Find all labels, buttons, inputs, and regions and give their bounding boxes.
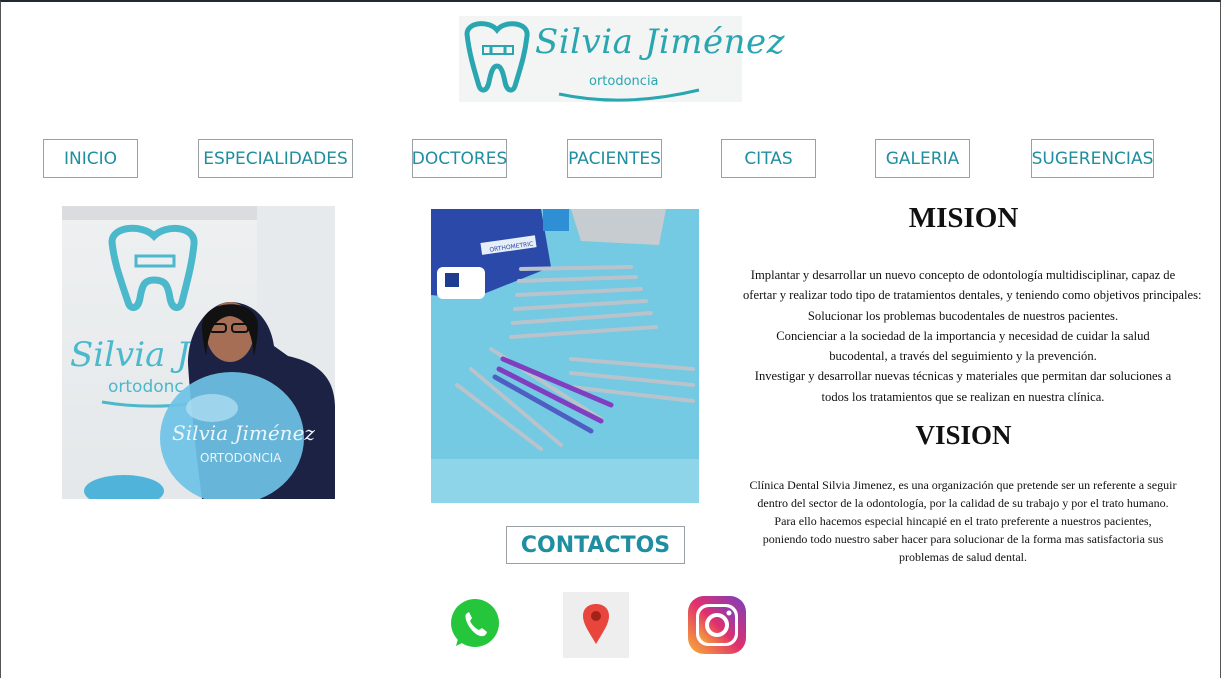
mision-line: ofertar y realizar todo tipo de tratamie… [743,288,1202,303]
instagram-icon[interactable] [684,592,750,658]
vision-line: dentro del sector de la odontología, por… [757,496,1169,510]
nav-doctores-button[interactable]: DOCTORES [412,139,507,178]
nav-especialidades-button[interactable]: ESPECIALIDADES [198,139,353,178]
doctor-photo: Silvia Jim ortodonc Silvia Jiménez ORTOD… [62,206,335,499]
mision-line: todos los tratamientos que se realizan e… [821,389,1105,404]
vision-line: Para ello hacemos especial hincapié en e… [774,514,1152,528]
vision-heading: VISION [915,420,1012,450]
mision-line: bucodental, a través del seguimiento y l… [829,349,1097,364]
mision-line: Implantar y desarrollar un nuevo concept… [750,268,1176,282]
map-pin-icon[interactable] [563,592,629,658]
brand-logo[interactable]: Silvia Jiménez ortodoncia [459,16,785,102]
mision-line: Solucionar los problemas bucodentales de… [807,308,1119,323]
nav-citas-button[interactable]: CITAS [721,139,816,178]
vision-text: Clínica Dental Silvia Jimenez, es una or… [743,476,1183,566]
whatsapp-icon[interactable] [442,592,508,658]
mision-line: Investigar y desarrollar nuevas técnicas… [754,369,1172,384]
nav-inicio-button[interactable]: INICIO [43,139,138,178]
vision-line: poniendo todo nuestro saber hacer para s… [762,532,1164,546]
mision-line: Concienciar a la sociedad de la importan… [776,328,1150,343]
nav-sugerencias-button[interactable]: SUGERENCIAS [1031,139,1154,178]
logo-tagline: ortodoncia [589,74,659,89]
instruments-photo: ORTHOMETRIC [431,209,699,503]
balloon-name: Silvia Jiménez [172,421,315,445]
wall-logo-tagline: ortodonc [108,377,184,397]
mision-heading: MISION [908,202,1019,234]
vision-line: problemas de salud dental. [899,550,1027,564]
mision-text: Implantar y desarrollar un nuevo concept… [743,265,1202,407]
vision-line: Clínica Dental Silvia Jimenez, es una or… [749,478,1177,492]
nav-galeria-button[interactable]: GALERIA [875,139,970,178]
nav-pacientes-button[interactable]: PACIENTES [567,139,662,178]
contactos-button[interactable]: CONTACTOS [506,526,685,564]
balloon-tagline: ORTODONCIA [200,451,282,465]
logo-name: Silvia Jiménez [535,22,785,62]
